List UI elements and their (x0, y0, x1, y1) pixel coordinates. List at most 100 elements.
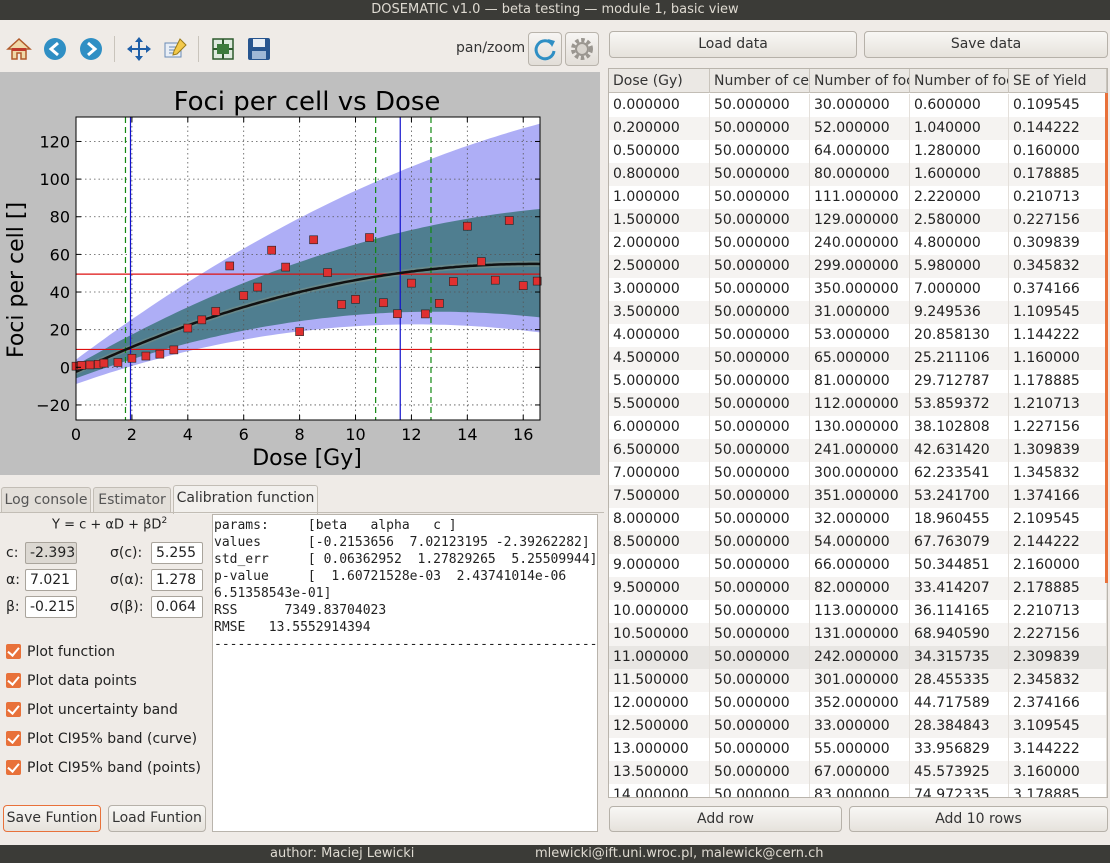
table-row[interactable]: 12.500000 50.000000 33.000000 28.384843 3.10… (609, 715, 1107, 738)
column-header-se-yield[interactable]: SE of Yield (1009, 69, 1107, 93)
table-row[interactable]: 10.500000 50.000000 131.000000 68.940590 2.2… (609, 623, 1107, 646)
cell-foci[interactable]: 242.000000 (810, 646, 910, 669)
cell-cells[interactable]: 50.000000 (710, 784, 810, 797)
cell-se-yield[interactable]: 0.309839 (1009, 232, 1107, 255)
table-row[interactable]: 4.500000 50.000000 65.000000 25.211106 1.160… (609, 347, 1107, 370)
cell-dose[interactable]: 14.000000 (609, 784, 710, 797)
cell-dose[interactable]: 5.500000 (609, 393, 710, 416)
cell-se-yield[interactable]: 2.178885 (1009, 577, 1107, 600)
cell-foci-per-cell[interactable]: 29.712787 (910, 370, 1009, 393)
table-row[interactable]: 1.500000 50.000000 129.000000 2.580000 0.227… (609, 209, 1107, 232)
table-row[interactable]: 11.500000 50.000000 301.000000 28.455335 2.3… (609, 669, 1107, 692)
cell-se-yield[interactable]: 3.109545 (1009, 715, 1107, 738)
table-row[interactable]: 13.500000 50.000000 67.000000 45.573925 3.16… (609, 761, 1107, 784)
cell-foci-per-cell[interactable]: 7.000000 (910, 278, 1009, 301)
cell-foci[interactable]: 350.000000 (810, 278, 910, 301)
cell-se-yield[interactable]: 1.109545 (1009, 301, 1107, 324)
table-row[interactable]: 2.500000 50.000000 299.000000 5.980000 0.345… (609, 255, 1107, 278)
cell-foci-per-cell[interactable]: 36.114165 (910, 600, 1009, 623)
tab-log-console[interactable]: Log console (1, 487, 91, 513)
cell-dose[interactable]: 0.000000 (609, 94, 710, 117)
cell-dose[interactable]: 1.000000 (609, 186, 710, 209)
cell-dose[interactable]: 5.000000 (609, 370, 710, 393)
cell-se-yield[interactable]: 1.374166 (1009, 485, 1107, 508)
cell-cells[interactable]: 50.000000 (710, 554, 810, 577)
cell-cells[interactable]: 50.000000 (710, 508, 810, 531)
cell-dose[interactable]: 9.000000 (609, 554, 710, 577)
cell-se-yield[interactable]: 2.109545 (1009, 508, 1107, 531)
cell-foci-per-cell[interactable]: 68.940590 (910, 623, 1009, 646)
cell-foci-per-cell[interactable]: 53.241700 (910, 485, 1009, 508)
check-icon[interactable] (6, 731, 21, 746)
cell-dose[interactable]: 7.500000 (609, 485, 710, 508)
table-scrollbar[interactable] (1105, 93, 1108, 583)
cell-se-yield[interactable]: 0.109545 (1009, 94, 1107, 117)
cell-foci-per-cell[interactable]: 28.455335 (910, 669, 1009, 692)
cell-se-yield[interactable]: 1.160000 (1009, 347, 1107, 370)
tab-calibration-function[interactable]: Calibration function (173, 485, 318, 514)
cell-se-yield[interactable]: 0.227156 (1009, 209, 1107, 232)
cell-dose[interactable]: 11.000000 (609, 646, 710, 669)
cell-se-yield[interactable]: 0.210713 (1009, 186, 1107, 209)
cell-dose[interactable]: 7.000000 (609, 462, 710, 485)
cell-foci-per-cell[interactable]: 4.800000 (910, 232, 1009, 255)
plot-canvas[interactable]: 0 2 4 6 8 10 12 14 16−20020406080100120 Foci per… (0, 72, 600, 475)
cell-foci[interactable]: 240.000000 (810, 232, 910, 255)
cell-foci[interactable]: 301.000000 (810, 669, 910, 692)
cell-foci[interactable]: 80.000000 (810, 163, 910, 186)
add-row-button[interactable]: Add row (609, 806, 842, 832)
cell-foci-per-cell[interactable]: 44.717589 (910, 692, 1009, 715)
cell-se-yield[interactable]: 3.178885 (1009, 784, 1107, 797)
cell-cells[interactable]: 50.000000 (710, 646, 810, 669)
table-row[interactable]: 2.000000 50.000000 240.000000 4.800000 0.309… (609, 232, 1107, 255)
cell-dose[interactable]: 0.800000 (609, 163, 710, 186)
fit-results-log[interactable]: params: [beta alpha c ] values [-0.21536… (212, 514, 598, 832)
table-row[interactable]: 1.000000 50.000000 111.000000 2.220000 0.210… (609, 186, 1107, 209)
cell-dose[interactable]: 0.500000 (609, 140, 710, 163)
cell-dose[interactable]: 1.500000 (609, 209, 710, 232)
table-row[interactable]: 10.000000 50.000000 113.000000 36.114165 2.2… (609, 600, 1107, 623)
table-row[interactable]: 6.000000 50.000000 130.000000 38.102808 1.22… (609, 416, 1107, 439)
cell-foci-per-cell[interactable]: 33.956829 (910, 738, 1009, 761)
sigma-c-field[interactable]: 5.255 (151, 542, 203, 564)
cell-foci-per-cell[interactable]: 2.580000 (910, 209, 1009, 232)
table-row[interactable]: 9.500000 50.000000 82.000000 33.414207 2.178… (609, 577, 1107, 600)
cell-foci[interactable]: 131.000000 (810, 623, 910, 646)
cell-cells[interactable]: 50.000000 (710, 301, 810, 324)
cell-se-yield[interactable]: 0.160000 (1009, 140, 1107, 163)
table-row[interactable]: 4.000000 50.000000 53.000000 20.858130 1.144… (609, 324, 1107, 347)
cell-cells[interactable]: 50.000000 (710, 370, 810, 393)
cell-dose[interactable]: 0.200000 (609, 117, 710, 140)
table-row[interactable]: 14.000000 50.000000 83.000000 74.972335 3.17… (609, 784, 1107, 797)
column-header-dose[interactable]: Dose (Gy) (609, 69, 710, 93)
cell-foci[interactable]: 83.000000 (810, 784, 910, 797)
cell-foci[interactable]: 300.000000 (810, 462, 910, 485)
cell-foci-per-cell[interactable]: 74.972335 (910, 784, 1009, 797)
forward-arrow-icon[interactable] (76, 34, 106, 64)
data-table[interactable]: Dose (Gy) Number of cells Number of foci… (608, 68, 1108, 798)
cell-foci[interactable]: 299.000000 (810, 255, 910, 278)
checkbox-plot-uncertainty-band[interactable]: Plot uncertainty band (6, 702, 178, 724)
column-header-cells[interactable]: Number of cells (710, 69, 810, 93)
cell-foci[interactable]: 81.000000 (810, 370, 910, 393)
cell-dose[interactable]: 10.500000 (609, 623, 710, 646)
refresh-button[interactable] (528, 32, 562, 66)
cell-dose[interactable]: 8.500000 (609, 531, 710, 554)
cell-dose[interactable]: 10.000000 (609, 600, 710, 623)
cell-se-yield[interactable]: 3.144222 (1009, 738, 1107, 761)
cell-dose[interactable]: 6.500000 (609, 439, 710, 462)
table-row[interactable]: 3.000000 50.000000 350.000000 7.000000 0.374… (609, 278, 1107, 301)
checkbox-plot-data-points[interactable]: Plot data points (6, 673, 137, 695)
cell-foci-per-cell[interactable]: 67.763079 (910, 531, 1009, 554)
cell-foci[interactable]: 241.000000 (810, 439, 910, 462)
check-icon[interactable] (6, 702, 21, 717)
cell-dose[interactable]: 2.500000 (609, 255, 710, 278)
cell-dose[interactable]: 12.500000 (609, 715, 710, 738)
cell-se-yield[interactable]: 1.178885 (1009, 370, 1107, 393)
cell-foci[interactable]: 31.000000 (810, 301, 910, 324)
cell-cells[interactable]: 50.000000 (710, 531, 810, 554)
cell-se-yield[interactable]: 1.144222 (1009, 324, 1107, 347)
settings-button[interactable] (565, 32, 599, 66)
cell-cells[interactable]: 50.000000 (710, 738, 810, 761)
cell-se-yield[interactable]: 2.160000 (1009, 554, 1107, 577)
